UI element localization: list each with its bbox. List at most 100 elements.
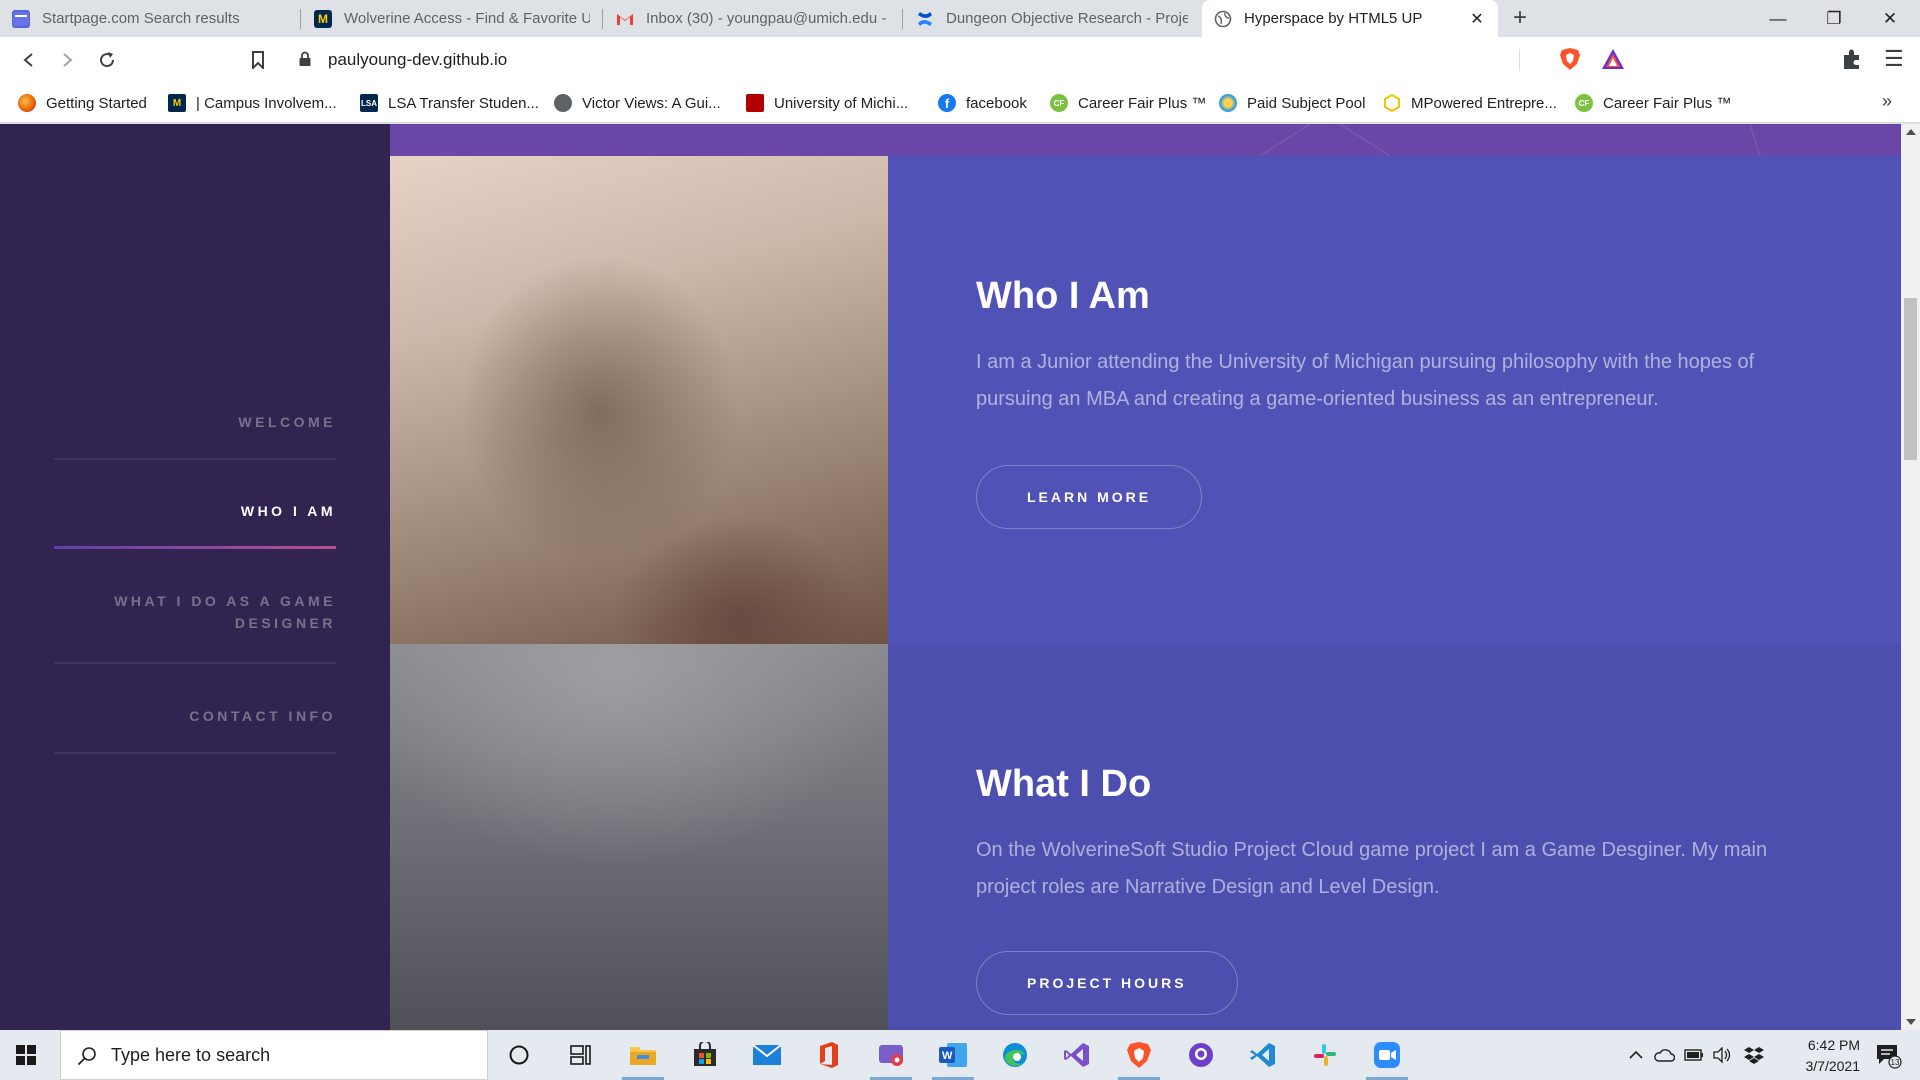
page-scrollbar[interactable]: [1901, 124, 1920, 1030]
bookmark-label: University of Michi...: [774, 94, 909, 112]
sidebar-item-label: WHAT I DO AS A GAME DESIGNER: [114, 593, 336, 631]
notification-count: 13: [1891, 1058, 1900, 1067]
section-what-i-do: What I Do On the WolverineSoft Studio Pr…: [390, 644, 1901, 1030]
section-heading: Who I Am: [976, 275, 1150, 317]
slack-button[interactable]: [1300, 1030, 1350, 1080]
browser-menu-icon[interactable]: ☰: [1884, 47, 1904, 71]
tab-confluence[interactable]: Dungeon Objective Research - Project: [904, 0, 1200, 37]
slack-icon: [1314, 1044, 1336, 1066]
reload-button[interactable]: [92, 45, 122, 75]
bookmark-item[interactable]: University of Michi...: [746, 91, 908, 115]
tab-startpage[interactable]: Startpage.com Search results: [0, 0, 300, 37]
close-tab-icon[interactable]: ✕: [1468, 9, 1486, 29]
bookmark-item[interactable]: Getting Started: [18, 91, 147, 115]
learn-more-button[interactable]: LEARN MORE: [976, 465, 1203, 529]
nav-divider: [54, 752, 336, 754]
office-button[interactable]: [804, 1030, 854, 1080]
task-view-button[interactable]: [556, 1030, 606, 1080]
career-fair-icon: CF: [1050, 94, 1068, 112]
extensions-icon[interactable]: [1840, 47, 1864, 71]
search-placeholder: Type here to search: [111, 1045, 271, 1065]
bookmark-item[interactable]: f facebook: [938, 91, 1027, 115]
windows-start-icon[interactable]: [16, 1045, 36, 1065]
new-tab-button[interactable]: +: [1506, 4, 1534, 32]
address-bar[interactable]: paulyoung-dev.github.io: [282, 42, 1602, 78]
action-center-button[interactable]: 13: [1868, 1030, 1908, 1080]
bookmark-item[interactable]: CF Career Fair Plus ™: [1575, 91, 1731, 115]
system-clock[interactable]: 6:42 PM 3/7/2021: [1770, 1035, 1861, 1077]
store-button[interactable]: [680, 1030, 730, 1080]
tab-wolverine-access[interactable]: M Wolverine Access - Find & Favorite Un: [302, 0, 602, 37]
sidebar-item-welcome[interactable]: WELCOME: [54, 411, 336, 463]
bookmark-item[interactable]: Victor Views: A Gui...: [554, 91, 721, 115]
back-button[interactable]: [14, 45, 44, 75]
bookmark-item[interactable]: M | Campus Involvem...: [168, 91, 337, 115]
forward-button[interactable]: [52, 45, 82, 75]
bookmark-label: MPowered Entrepre...: [1411, 94, 1557, 112]
section-body: I am a Junior attending the University o…: [976, 351, 1755, 410]
bookmark-item[interactable]: CF Career Fair Plus ™: [1050, 91, 1206, 115]
file-explorer-button[interactable]: [618, 1030, 668, 1080]
zoom-button[interactable]: [1362, 1030, 1412, 1080]
bookmark-label: Career Fair Plus ™: [1603, 94, 1732, 112]
globe-icon: [554, 94, 572, 112]
sidebar-item-who-i-am[interactable]: WHO I AM: [54, 463, 336, 552]
scroll-up-arrow-icon[interactable]: [1906, 129, 1916, 135]
bookmark-label: Victor Views: A Gui...: [582, 94, 721, 112]
nav-divider: [54, 458, 336, 460]
taskbar-search-box[interactable]: Type here to search: [60, 1030, 488, 1080]
section-body: On the WolverineSoft Studio Project Clou…: [976, 839, 1768, 898]
scroll-thumb[interactable]: [1904, 298, 1917, 460]
more-bookmarks-button[interactable]: »: [1882, 91, 1892, 112]
section-content: Who I Am I am a Junior attending the Uni…: [888, 156, 1901, 644]
brave-rewards-icon[interactable]: [1601, 48, 1625, 70]
sidebar-item-contact-info[interactable]: CONTACT INFO: [54, 666, 336, 756]
brave-button[interactable]: [1114, 1030, 1164, 1080]
lsa-icon: LSA: [360, 94, 378, 112]
show-hidden-icons-button[interactable]: [1624, 1030, 1648, 1080]
cortana-button[interactable]: [494, 1030, 544, 1080]
tab-title: Dungeon Objective Research - Project: [946, 10, 1188, 27]
word-button[interactable]: W: [928, 1030, 978, 1080]
tab-hyperspace[interactable]: Hyperspace by HTML5 UP ✕: [1202, 0, 1498, 37]
section-who-i-am: Who I Am I am a Junior attending the Uni…: [390, 156, 1901, 644]
bookmark-button[interactable]: [243, 45, 273, 75]
page-viewport: WELCOME WHO I AM WHAT I DO AS A GAME DES…: [0, 124, 1901, 1030]
bookmark-item[interactable]: Paid Subject Pool: [1219, 91, 1365, 115]
edge-button[interactable]: [990, 1030, 1040, 1080]
vscode-button[interactable]: [1238, 1030, 1288, 1080]
nav-active-indicator: [54, 546, 336, 549]
visual-studio-button[interactable]: [1052, 1030, 1102, 1080]
brave-shield-icon[interactable]: [1559, 47, 1581, 71]
sidebar-item-label: WELCOME: [238, 414, 336, 430]
store-icon: [694, 1042, 716, 1066]
notification-icon: 13: [1877, 1045, 1902, 1069]
minimize-button[interactable]: —: [1750, 0, 1806, 37]
mail-button[interactable]: [742, 1030, 792, 1080]
brave-icon: [1127, 1042, 1151, 1068]
mail-icon: [752, 1044, 782, 1065]
screen-recorder-button[interactable]: [866, 1030, 916, 1080]
svg-text:W: W: [942, 1050, 953, 1062]
word-icon: W: [939, 1043, 967, 1067]
restore-button[interactable]: ❐: [1806, 0, 1862, 37]
scroll-down-arrow-icon[interactable]: [1906, 1019, 1916, 1025]
tab-title: Hyperspace by HTML5 UP: [1244, 10, 1423, 27]
battery-button[interactable]: [1682, 1030, 1706, 1080]
section-image: [390, 156, 888, 644]
close-window-button[interactable]: ✕: [1862, 0, 1918, 37]
bookmark-item[interactable]: MPowered Entrepre...: [1383, 91, 1557, 115]
onedrive-button[interactable]: [1652, 1030, 1676, 1080]
cloud-icon: [1654, 1049, 1675, 1062]
github-desktop-button[interactable]: [1176, 1030, 1226, 1080]
tab-title: Inbox (30) - youngpau@umich.edu - U: [646, 10, 890, 27]
nav-divider: [54, 662, 336, 664]
subject-pool-icon: [1219, 94, 1237, 112]
cortana-icon: [509, 1045, 529, 1065]
tab-gmail[interactable]: Inbox (30) - youngpau@umich.edu - U: [604, 0, 902, 37]
sidebar-item-game-designer[interactable]: WHAT I DO AS A GAME DESIGNER: [54, 552, 336, 666]
dropbox-button[interactable]: [1742, 1030, 1766, 1080]
bookmark-item[interactable]: LSA LSA Transfer Studen...: [360, 91, 539, 115]
volume-button[interactable]: [1710, 1030, 1734, 1080]
project-hours-button[interactable]: PROJECT HOURS: [976, 951, 1238, 1015]
